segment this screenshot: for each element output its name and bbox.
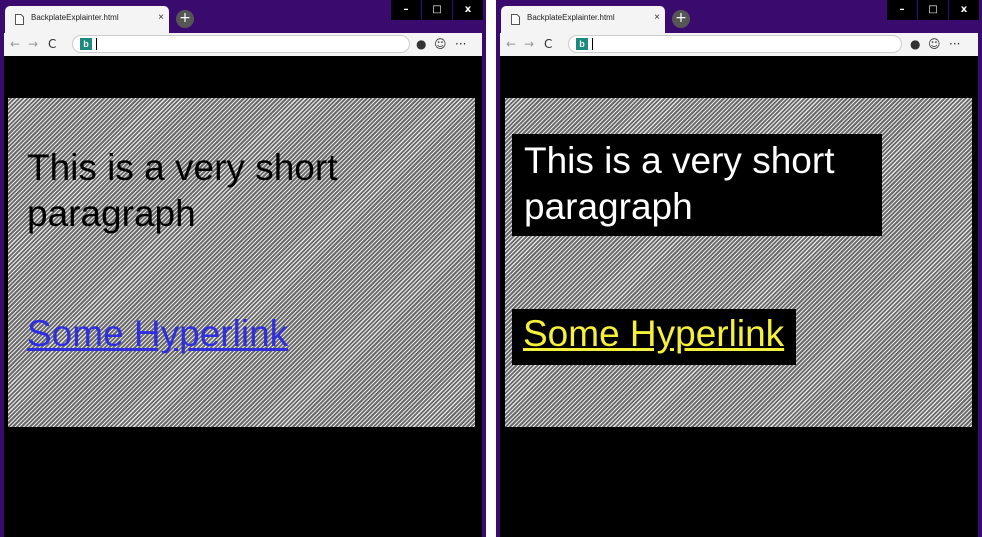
reload-icon[interactable]: C: [48, 36, 56, 52]
reload-icon[interactable]: C: [544, 36, 552, 52]
new-tab-button[interactable]: +: [672, 10, 690, 28]
page-icon: [511, 14, 520, 25]
hyperlink-with-backplate[interactable]: Some Hyperlink: [512, 309, 797, 365]
tab-strip: BackplateExplainter.html × + – □ x: [0, 0, 486, 33]
more-menu-icon[interactable]: ···: [455, 36, 466, 52]
tab-strip: BackplateExplainter.html × + – □ x: [496, 0, 982, 33]
minimize-button[interactable]: –: [887, 0, 917, 20]
maximize-button[interactable]: □: [422, 0, 452, 20]
feedback-smiley-icon[interactable]: ☺: [434, 36, 447, 52]
short-paragraph: This is a very short paragraph: [27, 147, 338, 234]
feedback-smiley-icon[interactable]: ☺: [928, 36, 941, 52]
tab-title: BackplateExplainter.html: [31, 13, 119, 22]
hatched-background: This is a very short paragraph Some Hype…: [8, 98, 475, 427]
browser-toolbar: ← → C b ● ☺ ···: [500, 33, 978, 56]
close-window-button[interactable]: x: [949, 0, 979, 20]
maximize-button[interactable]: □: [918, 0, 948, 20]
text-caret: [592, 38, 593, 50]
browser-tab[interactable]: BackplateExplainter.html ×: [5, 6, 169, 33]
bing-search-icon: b: [576, 38, 588, 50]
bing-search-icon: b: [80, 38, 92, 50]
address-bar[interactable]: b: [568, 35, 902, 53]
tab-close-icon[interactable]: ×: [158, 12, 164, 24]
browser-window-left: BackplateExplainter.html × + – □ x ← → C…: [0, 0, 486, 537]
short-paragraph-with-backplate: This is a very short paragraph: [512, 134, 882, 236]
tab-close-icon[interactable]: ×: [654, 12, 660, 24]
hyperlink[interactable]: Some Hyperlink: [27, 313, 288, 355]
page-viewport: This is a very short paragraph Some Hype…: [4, 56, 482, 537]
profile-icon[interactable]: ●: [910, 36, 920, 52]
window-controls: – □ x: [390, 0, 483, 20]
close-window-button[interactable]: x: [453, 0, 483, 20]
new-tab-button[interactable]: +: [176, 10, 194, 28]
profile-icon[interactable]: ●: [416, 36, 426, 52]
forward-arrow-icon[interactable]: →: [28, 36, 38, 52]
browser-window-right: BackplateExplainter.html × + – □ x ← → C…: [496, 0, 982, 537]
browser-toolbar: ← → C b ● ☺ ···: [4, 33, 482, 56]
window-controls: – □ x: [886, 0, 979, 20]
minimize-button[interactable]: –: [391, 0, 421, 20]
page-icon: [15, 14, 24, 25]
back-arrow-icon[interactable]: ←: [506, 36, 516, 52]
more-menu-icon[interactable]: ···: [949, 36, 960, 52]
browser-tab[interactable]: BackplateExplainter.html ×: [501, 6, 665, 33]
page-viewport: This is a very short paragraph Some Hype…: [500, 56, 978, 537]
address-bar[interactable]: b: [72, 35, 410, 53]
text-caret: [96, 38, 97, 50]
back-arrow-icon[interactable]: ←: [10, 36, 20, 52]
hatched-background: This is a very short paragraph Some Hype…: [505, 98, 972, 427]
tab-title: BackplateExplainter.html: [527, 13, 615, 22]
forward-arrow-icon[interactable]: →: [524, 36, 534, 52]
